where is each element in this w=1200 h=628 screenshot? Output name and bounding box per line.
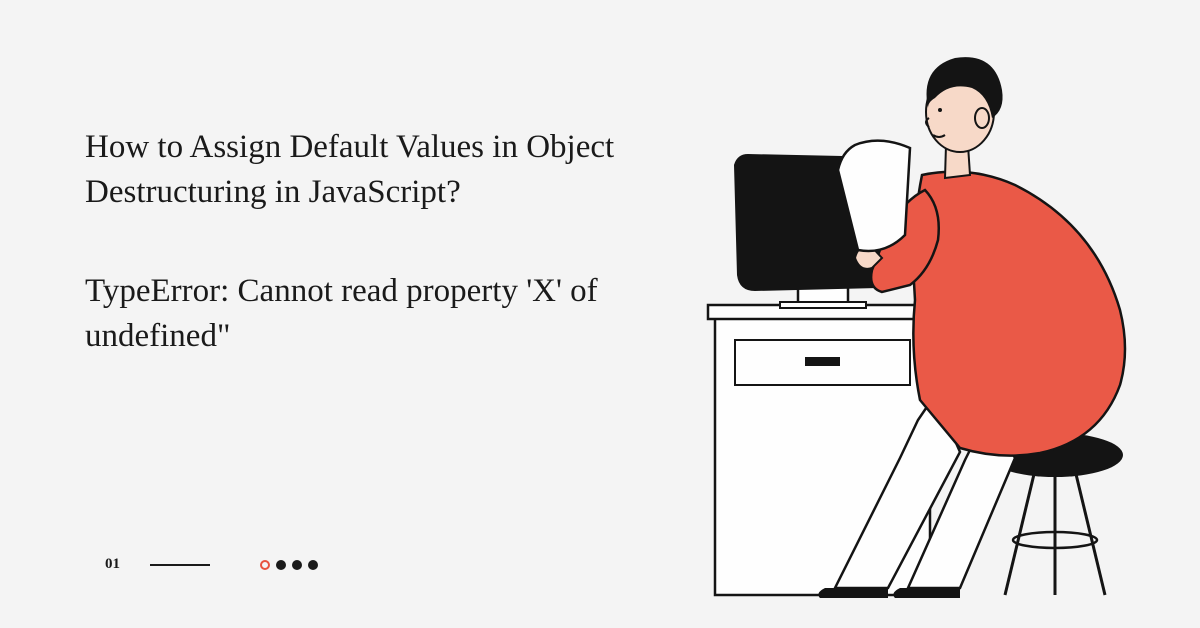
text-content: How to Assign Default Values in Object D… — [85, 125, 685, 358]
dot-dark — [276, 560, 286, 570]
page-footer: 01 — [105, 556, 318, 573]
dot-dark — [308, 560, 318, 570]
dot-dark — [292, 560, 302, 570]
dot-accent — [260, 560, 270, 570]
main-title: How to Assign Default Values in Object D… — [85, 125, 685, 214]
divider-line — [150, 564, 210, 566]
subtitle-error: TypeError: Cannot read property 'X' of u… — [85, 269, 685, 358]
page-number: 01 — [105, 556, 120, 573]
pagination-dots — [260, 560, 318, 570]
person-at-desk-illustration — [620, 40, 1180, 600]
